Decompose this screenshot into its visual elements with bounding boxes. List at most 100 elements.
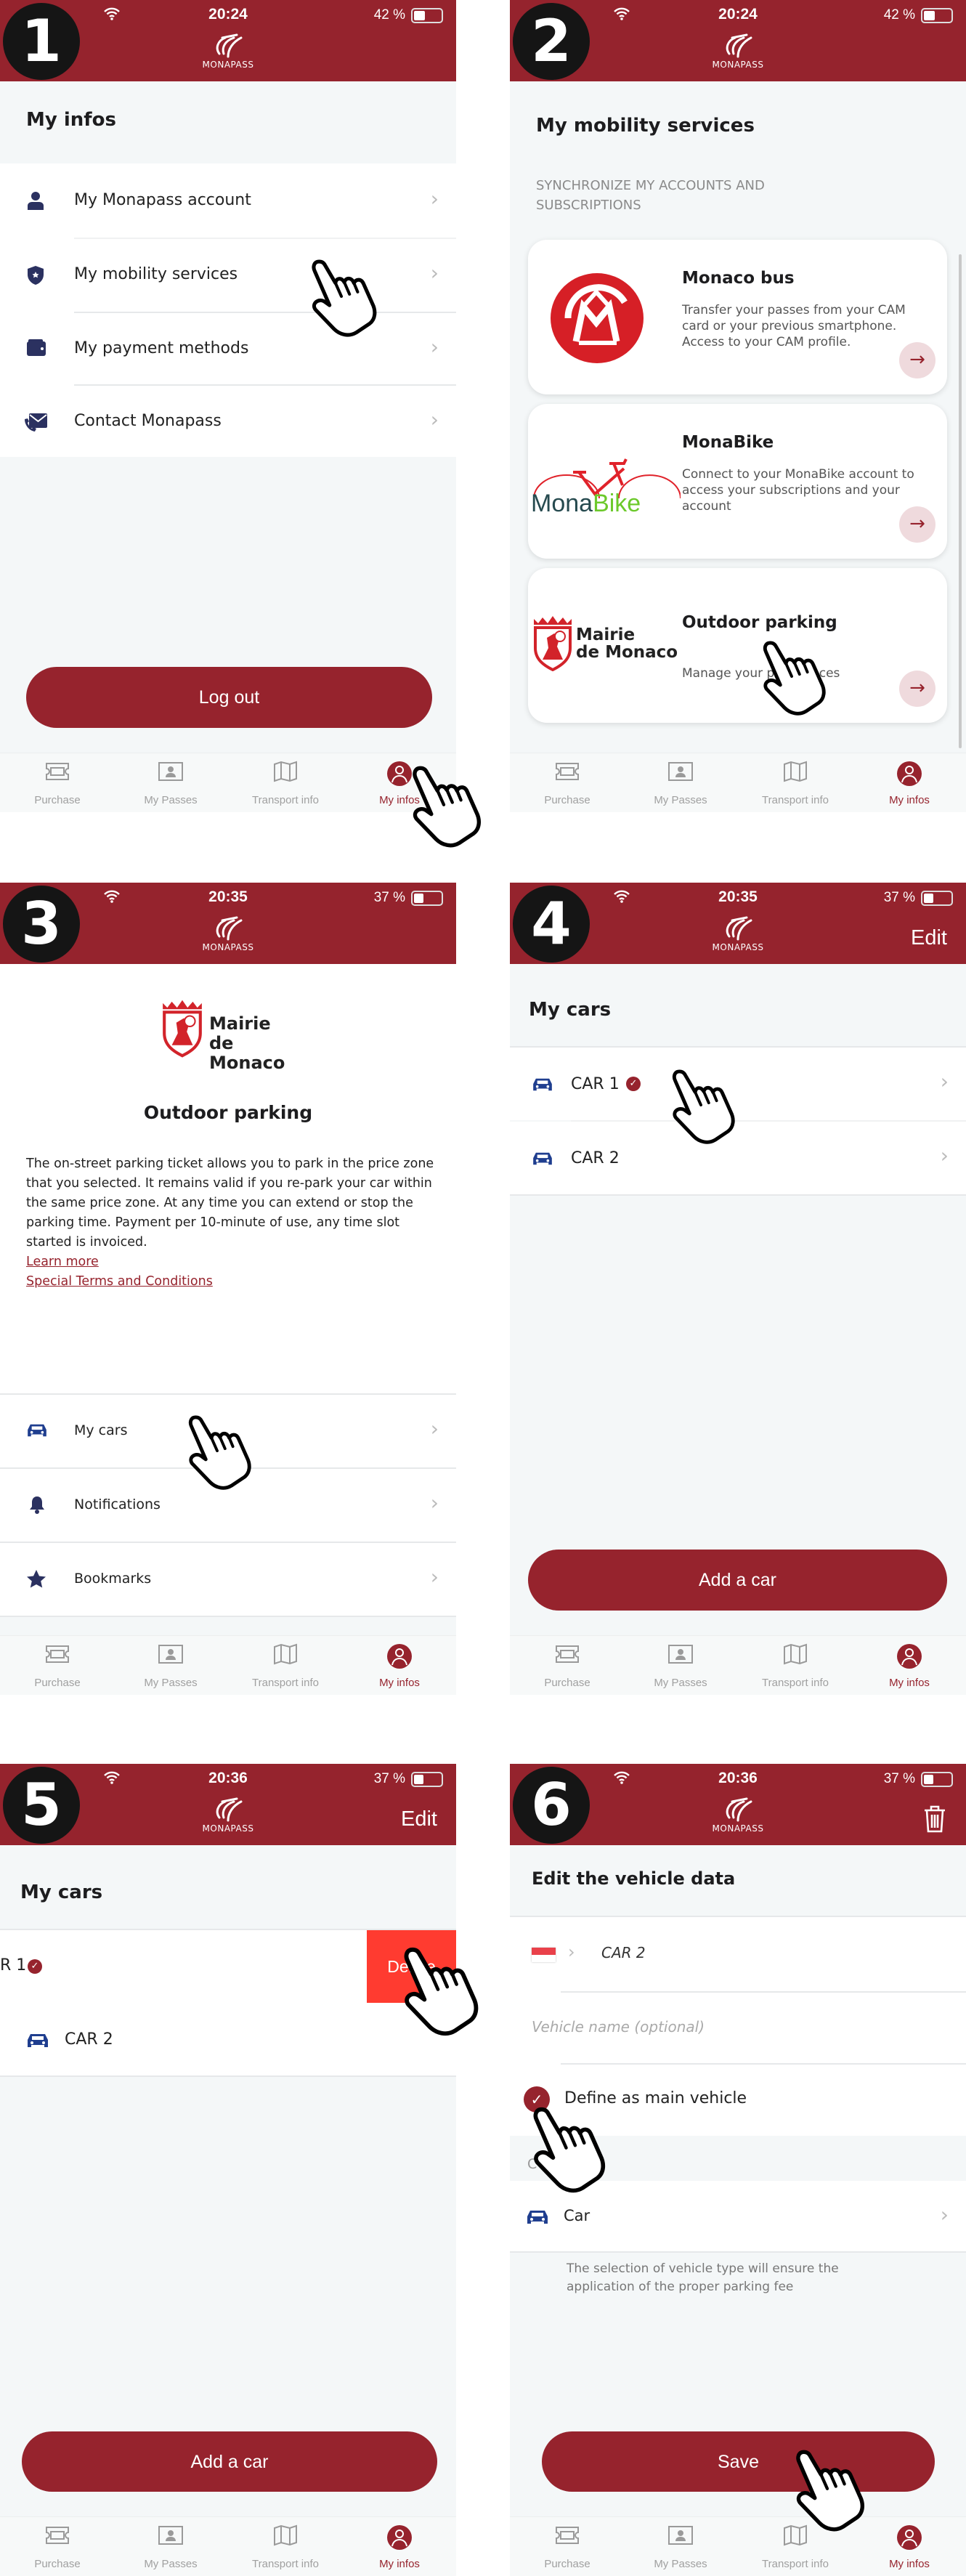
step-badge: 4 bbox=[513, 886, 590, 963]
shield-icon bbox=[28, 266, 44, 285]
step-badge: 1 bbox=[3, 3, 80, 80]
arrow-right-button[interactable]: → bbox=[899, 671, 935, 707]
car-list-item-swiped[interactable]: R 1 ✓ Delete bbox=[0, 1930, 456, 2003]
tab-transport-info[interactable]: Transport info bbox=[741, 1636, 850, 1695]
user-circle-icon bbox=[897, 1644, 922, 1669]
trash-icon[interactable] bbox=[922, 1805, 947, 1834]
monapass-logo: MONAPASS bbox=[702, 32, 774, 70]
tab-purchase[interactable]: Purchase bbox=[513, 2517, 622, 2576]
chevron-right-icon: › bbox=[430, 1565, 439, 1589]
tab-my-passes[interactable]: My Passes bbox=[626, 753, 735, 812]
menu-item-label: My Monapass account bbox=[74, 191, 251, 209]
tab-label: Transport info bbox=[762, 1677, 829, 1689]
card-description: Connect to your MonaBike account to acce… bbox=[682, 467, 914, 514]
tab-purchase[interactable]: Purchase bbox=[3, 2517, 112, 2576]
logo-text: MONAPASS bbox=[712, 60, 764, 70]
tab-my-passes[interactable]: My Passes bbox=[116, 2517, 225, 2576]
tab-purchase[interactable]: Purchase bbox=[513, 1636, 622, 1695]
divider bbox=[510, 1194, 966, 1196]
monapass-logo: MONAPASS bbox=[192, 32, 264, 70]
arrow-right-button[interactable]: → bbox=[899, 506, 935, 543]
main-vehicle-check-icon: ✓ bbox=[28, 1959, 42, 1974]
logout-button[interactable]: Log out bbox=[26, 667, 432, 728]
monabike-logo: MonaBike bbox=[528, 404, 681, 559]
battery-percent: 37 % bbox=[373, 1771, 405, 1786]
learn-more-link[interactable]: Learn more bbox=[26, 1255, 99, 1269]
monapass-logo-icon bbox=[726, 916, 752, 941]
contact-icon bbox=[25, 413, 47, 432]
ticket-icon bbox=[556, 1645, 579, 1663]
tab-my-infos[interactable]: My infos bbox=[855, 753, 964, 812]
tab-my-infos[interactable]: My infos bbox=[345, 2517, 454, 2576]
tab-my-passes[interactable]: My Passes bbox=[116, 753, 225, 812]
chevron-right-icon: › bbox=[940, 1069, 949, 1093]
tab-my-passes[interactable]: My Passes bbox=[116, 1636, 225, 1695]
plate-input[interactable]: CAR 2 bbox=[601, 1944, 646, 1961]
step-badge: 5 bbox=[3, 1767, 80, 1844]
step-badge: 3 bbox=[3, 886, 80, 963]
menu-item-payment-methods[interactable]: My payment methods › bbox=[0, 313, 456, 386]
add-car-button[interactable]: Add a car bbox=[528, 1550, 947, 1611]
tab-transport-info[interactable]: Transport info bbox=[741, 753, 850, 812]
car-list-item[interactable]: CAR 2 › bbox=[510, 1122, 966, 1194]
tab-my-infos[interactable]: My infos bbox=[855, 2517, 964, 2576]
menu-item-contact[interactable]: Contact Monapass › bbox=[0, 386, 456, 457]
special-terms-link[interactable]: Special Terms and Conditions bbox=[26, 1274, 213, 1289]
car-name: R 1 bbox=[0, 1956, 27, 1974]
logo-text-mona: Mona bbox=[531, 490, 593, 517]
ticket-icon bbox=[556, 763, 579, 780]
tab-transport-info[interactable]: Transport info bbox=[231, 2517, 340, 2576]
chevron-right-icon: › bbox=[430, 261, 439, 285]
card-title: Outdoor parking bbox=[682, 613, 837, 632]
tab-transport-info[interactable]: Transport info bbox=[231, 1636, 340, 1695]
car-list-item[interactable]: CAR 2 bbox=[0, 2003, 456, 2075]
battery-percent: 37 % bbox=[373, 890, 405, 905]
mairie-de-monaco-logo: Mairie de Monaco bbox=[160, 995, 305, 1073]
service-card-outdoor-parking[interactable]: Mairie de Monaco Outdoor parking Manage … bbox=[528, 568, 947, 723]
tab-my-infos[interactable]: My infos bbox=[855, 1636, 964, 1695]
pointer-hand-icon bbox=[755, 639, 828, 718]
pointer-hand-icon bbox=[404, 764, 484, 850]
map-icon bbox=[784, 761, 807, 782]
edit-button[interactable]: Edit bbox=[911, 926, 947, 950]
mairie-de-monaco-logo: Mairie de Monaco bbox=[528, 568, 681, 723]
tab-my-infos[interactable]: My infos bbox=[345, 1636, 454, 1695]
tab-transport-info[interactable]: Transport info bbox=[231, 753, 340, 812]
logo-text: Mairie bbox=[576, 625, 636, 644]
tab-bar: Purchase My Passes Transport info My infos bbox=[510, 753, 966, 812]
tab-label: My Passes bbox=[144, 794, 198, 806]
description: The on-street parking ticket allows you … bbox=[26, 1154, 434, 1292]
menu-item-account[interactable]: My Monapass account › bbox=[0, 165, 456, 238]
chevron-right-icon: › bbox=[430, 187, 439, 211]
tab-my-passes[interactable]: My Passes bbox=[626, 2517, 735, 2576]
logo-text: MONAPASS bbox=[202, 60, 254, 70]
save-button[interactable]: Save bbox=[542, 2431, 935, 2492]
tab-purchase[interactable]: Purchase bbox=[3, 753, 112, 812]
menu-item-bookmarks[interactable]: Bookmarks › bbox=[0, 1543, 456, 1616]
tab-purchase[interactable]: Purchase bbox=[3, 1636, 112, 1695]
car-name: CAR 1 bbox=[571, 1075, 620, 1093]
monapass-logo: MONAPASS bbox=[702, 915, 774, 952]
plate-country-selector[interactable]: › bbox=[532, 1942, 590, 1964]
edit-button[interactable]: Edit bbox=[401, 1807, 437, 1831]
service-card-monaco-bus[interactable]: Monaco bus Transfer your passes from you… bbox=[528, 240, 947, 394]
ticket-icon bbox=[46, 763, 69, 780]
monaco-flag-icon bbox=[532, 1948, 556, 1962]
menu-item-label: My mobility services bbox=[74, 265, 238, 283]
pointer-hand-icon bbox=[524, 2105, 608, 2195]
tab-my-passes[interactable]: My Passes bbox=[626, 1636, 735, 1695]
service-card-monabike[interactable]: MonaBike MonaBike Connect to your MonaBi… bbox=[528, 404, 947, 559]
tab-bar: Purchase My Passes Transport info My infos bbox=[0, 1635, 456, 1695]
screen-mobility-services: gues20:2442 %ckMONAPASS My mobility serv… bbox=[510, 0, 966, 812]
car-list-item[interactable]: CAR 1 ✓ › bbox=[510, 1048, 966, 1120]
arrow-right-button[interactable]: → bbox=[899, 342, 935, 378]
vehicle-name-input[interactable]: Vehicle name (optional) bbox=[532, 2018, 705, 2036]
battery-icon bbox=[411, 8, 443, 23]
tab-purchase[interactable]: Purchase bbox=[513, 753, 622, 812]
add-car-button[interactable]: Add a car bbox=[22, 2431, 437, 2492]
scrollbar[interactable] bbox=[959, 254, 962, 748]
menu-item-mobility-services[interactable]: My mobility services › bbox=[0, 239, 456, 312]
user-circle-icon bbox=[387, 2525, 412, 2550]
menu-item-label: Contact Monapass bbox=[74, 412, 222, 430]
tab-label: My Passes bbox=[654, 1677, 707, 1689]
